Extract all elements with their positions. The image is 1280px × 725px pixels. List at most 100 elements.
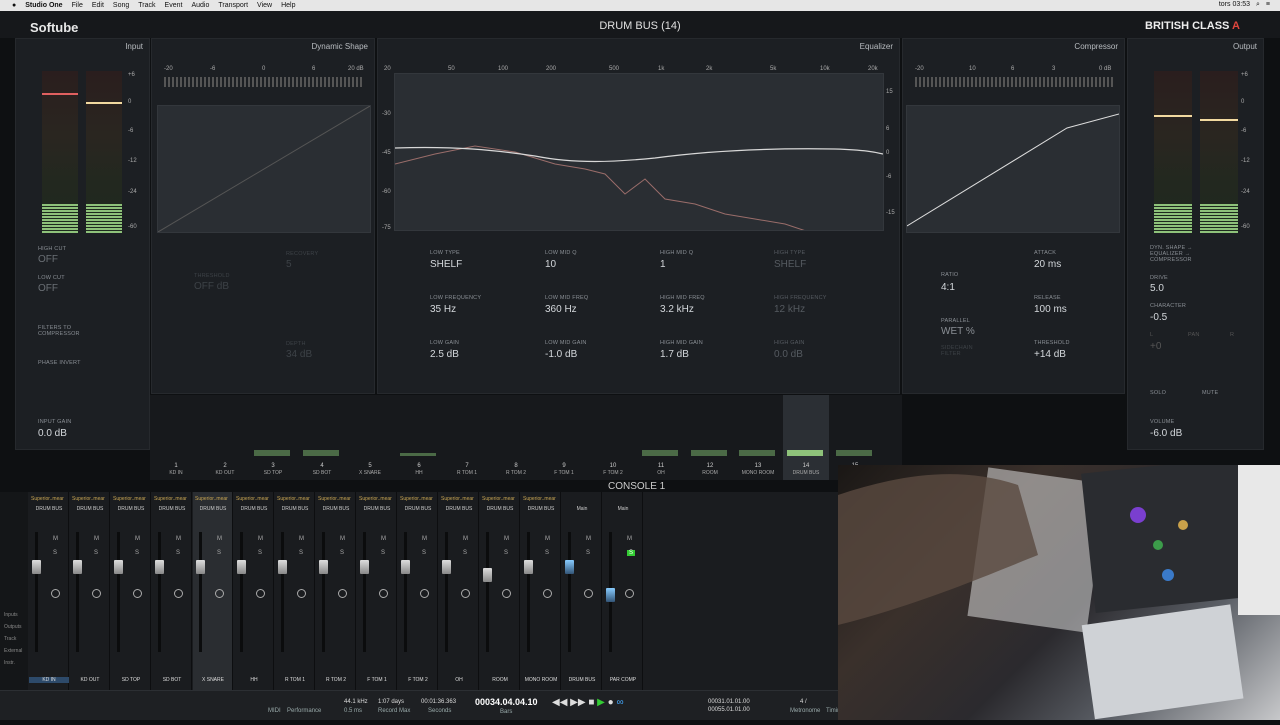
output-bus[interactable]: DRUM BUS bbox=[441, 506, 477, 512]
dyn-shape-graph[interactable] bbox=[157, 105, 371, 233]
mute-button[interactable]: M bbox=[94, 536, 99, 542]
high-freq-value[interactable]: 12 kHz bbox=[774, 304, 805, 315]
rewind-icon[interactable]: ◀◀ bbox=[552, 697, 567, 708]
menu-song[interactable]: Song bbox=[113, 2, 129, 9]
pan-knob[interactable] bbox=[133, 589, 142, 598]
solo-button[interactable]: S bbox=[258, 550, 262, 556]
mute-button[interactable]: M bbox=[340, 536, 345, 542]
solo-button[interactable]: S bbox=[422, 550, 426, 556]
volume-fader[interactable] bbox=[278, 560, 287, 574]
performance-label[interactable]: Performance bbox=[287, 708, 321, 714]
insert-slot[interactable]: Superior..mear bbox=[195, 496, 231, 502]
play-icon[interactable]: ▶ bbox=[597, 697, 605, 708]
character-value[interactable]: -0.5 bbox=[1150, 312, 1167, 323]
insert-slot[interactable]: Superior..mear bbox=[318, 496, 354, 502]
pan-knob[interactable] bbox=[420, 589, 429, 598]
pan-knob[interactable] bbox=[256, 589, 265, 598]
output-bus[interactable]: DRUM BUS bbox=[277, 506, 313, 512]
pan-value[interactable]: +0 bbox=[1150, 341, 1161, 352]
loop-end[interactable]: 00055.01.01.00 bbox=[708, 707, 750, 713]
console-channel[interactable]: 10 F TOM 2 bbox=[590, 395, 636, 480]
sidebar-external[interactable]: External bbox=[4, 648, 22, 654]
solo-button[interactable]: S bbox=[135, 550, 139, 556]
volume-fader[interactable] bbox=[606, 588, 615, 602]
comp-curve-graph[interactable] bbox=[906, 105, 1120, 233]
pan-knob[interactable] bbox=[584, 589, 593, 598]
comp-threshold-value[interactable]: +14 dB bbox=[1034, 349, 1066, 360]
mixer-strip[interactable]: Superior..mear DRUM BUS M S KD IN bbox=[29, 492, 69, 690]
menu-edit[interactable]: Edit bbox=[92, 2, 104, 9]
volume-fader[interactable] bbox=[442, 560, 451, 574]
mute-button[interactable]: M bbox=[627, 536, 632, 542]
lowmid-freq-value[interactable]: 360 Hz bbox=[545, 304, 577, 315]
output-bus[interactable]: DRUM BUS bbox=[72, 506, 108, 512]
apple-icon[interactable]: ● bbox=[12, 2, 16, 9]
high-cut-value[interactable]: OFF bbox=[38, 254, 58, 265]
console-channel[interactable]: 8R TOM 2 bbox=[493, 395, 539, 480]
mute-button[interactable]: M bbox=[299, 536, 304, 542]
menu-audio[interactable]: Audio bbox=[191, 2, 209, 9]
menu-event[interactable]: Event bbox=[165, 2, 183, 9]
output-bus[interactable]: DRUM BUS bbox=[154, 506, 190, 512]
solo-button[interactable]: S bbox=[381, 550, 385, 556]
volume-fader[interactable] bbox=[114, 560, 123, 574]
insert-slot[interactable]: Superior..mear bbox=[359, 496, 395, 502]
insert-slot[interactable]: Superior..mear bbox=[236, 496, 272, 502]
parallel-value[interactable]: WET % bbox=[941, 326, 975, 337]
low-gain-value[interactable]: 2.5 dB bbox=[430, 349, 459, 360]
bars-position[interactable]: 00034.04.04.10 bbox=[475, 697, 538, 707]
high-type-value[interactable]: SHELF bbox=[774, 259, 806, 270]
pan-knob[interactable] bbox=[502, 589, 511, 598]
insert-slot[interactable]: Superior..mear bbox=[154, 496, 190, 502]
dyn-threshold-value[interactable]: OFF dB bbox=[194, 281, 229, 292]
volume-fader[interactable] bbox=[565, 560, 574, 574]
pan-knob[interactable] bbox=[338, 589, 347, 598]
output-bus[interactable]: Main bbox=[605, 506, 641, 512]
output-bus[interactable]: DRUM BUS bbox=[236, 506, 272, 512]
console-channel[interactable]: 7R TOM 1 bbox=[444, 395, 490, 480]
output-bus[interactable]: DRUM BUS bbox=[318, 506, 354, 512]
pan-knob[interactable] bbox=[625, 589, 634, 598]
console-channel[interactable]: 4 SD BOT bbox=[299, 395, 345, 480]
volume-fader[interactable] bbox=[360, 560, 369, 574]
solo-button[interactable]: S bbox=[53, 550, 57, 556]
output-bus[interactable]: DRUM BUS bbox=[523, 506, 559, 512]
console-channel[interactable]: 12 ROOM bbox=[687, 395, 733, 480]
volume-fader[interactable] bbox=[237, 560, 246, 574]
solo-button[interactable]: S bbox=[463, 550, 467, 556]
output-bus[interactable]: Main bbox=[564, 506, 600, 512]
pan-knob[interactable] bbox=[543, 589, 552, 598]
output-bus[interactable]: DRUM BUS bbox=[359, 506, 395, 512]
mixer-strip[interactable]: Superior..mear DRUM BUS M S HH bbox=[234, 492, 274, 690]
mute-button[interactable]: M bbox=[135, 536, 140, 542]
solo-button[interactable]: S bbox=[627, 550, 636, 556]
sidebar-inputs[interactable]: Inputs bbox=[4, 612, 18, 618]
lowmid-q-value[interactable]: 10 bbox=[545, 259, 556, 270]
solo-button[interactable]: S bbox=[176, 550, 180, 556]
console-channel[interactable]: 13 MONO ROOM bbox=[735, 395, 781, 480]
console-channel[interactable]: 3 SD TOP bbox=[250, 395, 296, 480]
menu-app[interactable]: Studio One bbox=[25, 2, 62, 9]
low-type-value[interactable]: SHELF bbox=[430, 259, 462, 270]
solo-button[interactable]: S bbox=[340, 550, 344, 556]
order-label[interactable]: DYN. SHAPE → EQUALIZER → COMPRESSOR bbox=[1150, 245, 1206, 263]
release-value[interactable]: 100 ms bbox=[1034, 304, 1067, 315]
mixer-strip[interactable]: Superior..mear DRUM BUS M S KD OUT bbox=[70, 492, 110, 690]
high-gain-value[interactable]: 0.0 dB bbox=[774, 349, 803, 360]
mute-button[interactable]: M bbox=[381, 536, 386, 542]
filters-to-compressor-label[interactable]: FILTERS TO COMPRESSOR bbox=[38, 325, 88, 337]
pan-knob[interactable] bbox=[92, 589, 101, 598]
mute-button[interactable]: M bbox=[217, 536, 222, 542]
eq-graph[interactable] bbox=[394, 73, 884, 255]
menu-file[interactable]: File bbox=[72, 2, 83, 9]
mute-button[interactable]: M bbox=[176, 536, 181, 542]
stop-icon[interactable]: ■ bbox=[588, 697, 594, 708]
pan-knob[interactable] bbox=[51, 589, 60, 598]
attack-value[interactable]: 20 ms bbox=[1034, 259, 1061, 270]
output-bus[interactable]: DRUM BUS bbox=[400, 506, 436, 512]
console-channel[interactable]: 11 OH bbox=[638, 395, 684, 480]
ratio-value[interactable]: 4:1 bbox=[941, 282, 955, 293]
solo-button[interactable]: S bbox=[545, 550, 549, 556]
sidebar-instr[interactable]: Instr. bbox=[4, 660, 15, 666]
volume-fader[interactable] bbox=[524, 560, 533, 574]
